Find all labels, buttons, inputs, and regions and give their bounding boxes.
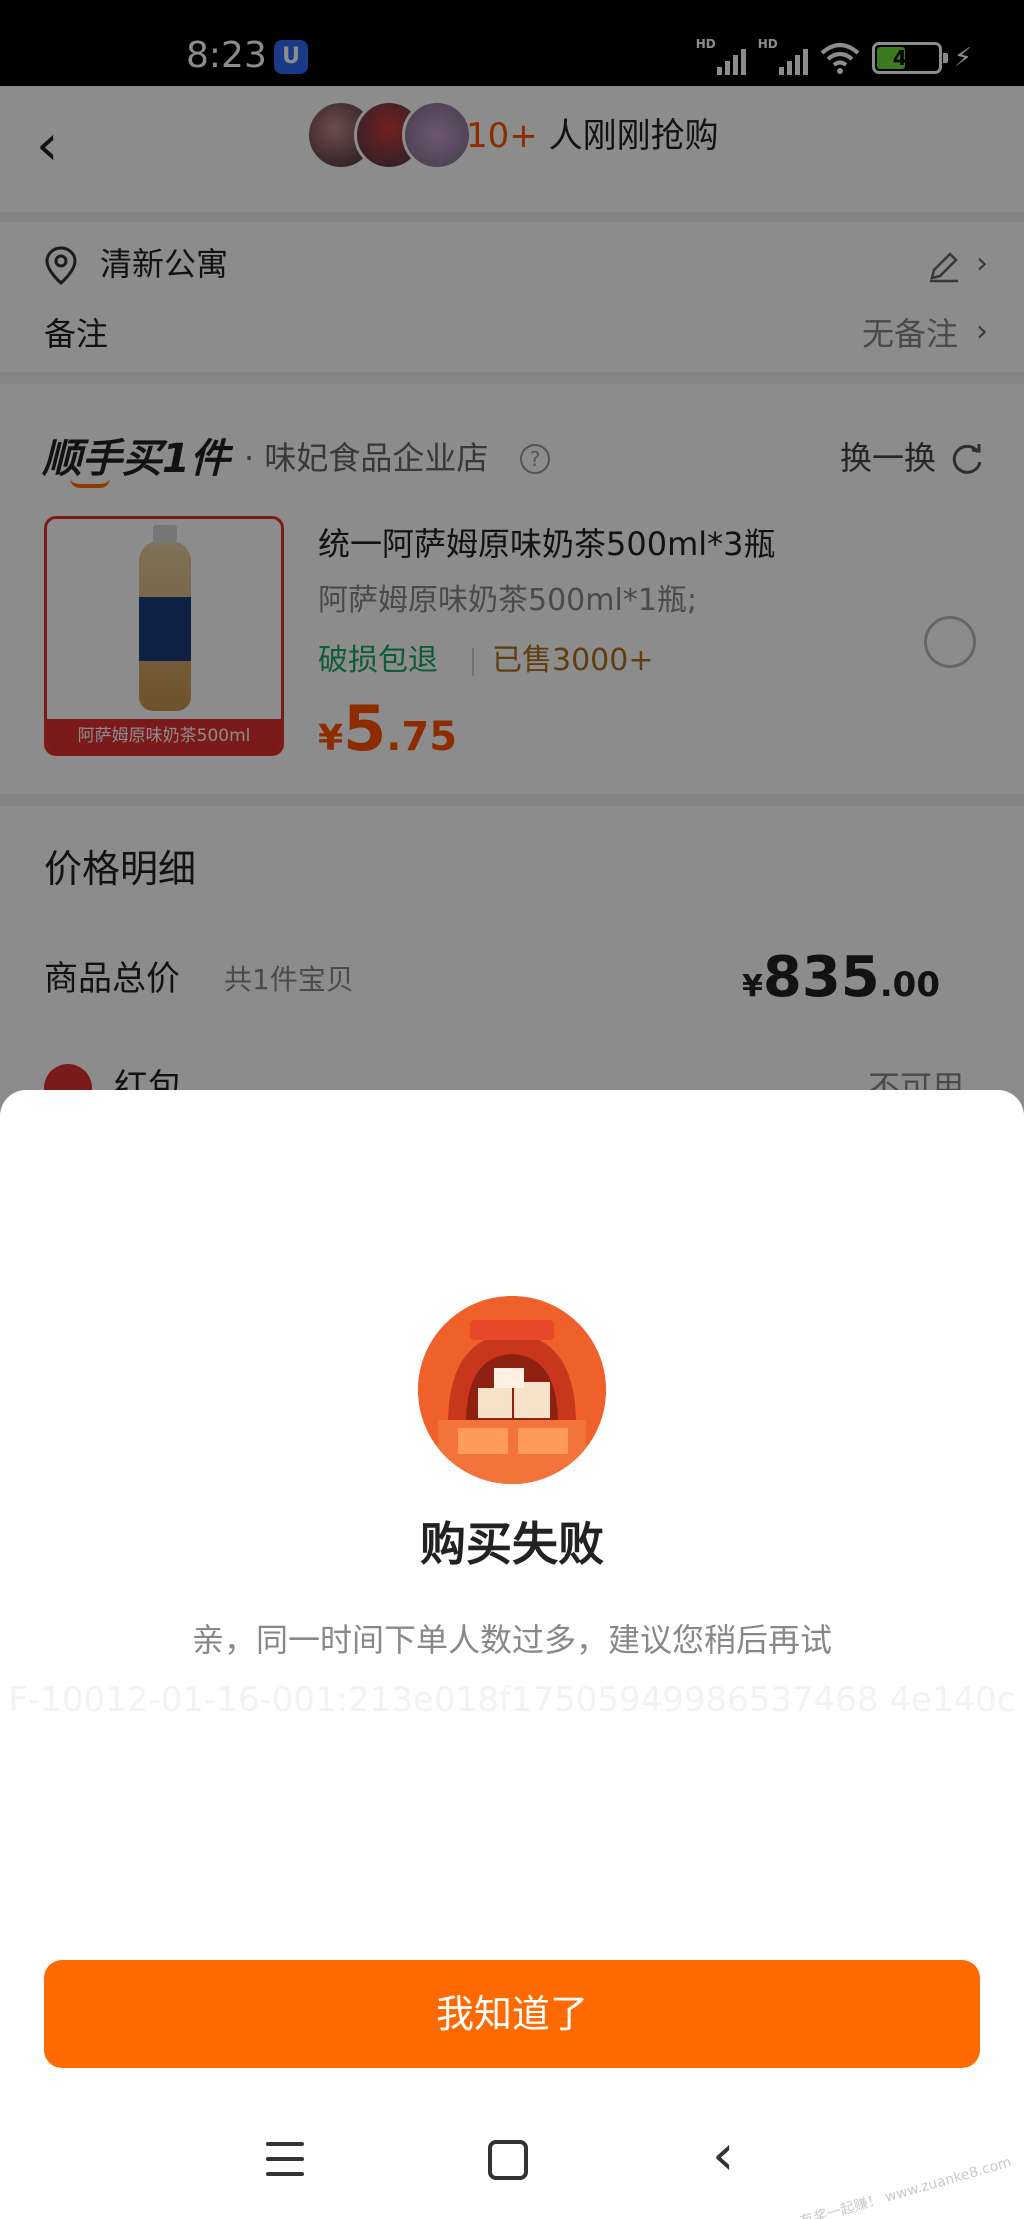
failure-illustration: [418, 1296, 606, 1484]
system-nav-bar: ‹ 赚客吧，有奖一起赚！ www.zuanke8.com: [0, 2110, 1024, 2219]
home-icon[interactable]: [488, 2140, 528, 2180]
ok-button[interactable]: 我知道了: [44, 1960, 980, 2068]
purchase-failed-dialog: 购买失败 亲，同一时间下单人数过多，建议您稍后再试 F-10012-01-16-…: [0, 1090, 1024, 2219]
menu-icon[interactable]: [266, 2142, 304, 2178]
error-code: F-10012-01-16-001:213e018f17505949986537…: [8, 1680, 1016, 1720]
dialog-title: 购买失败: [420, 1517, 604, 1571]
watermark: 赚客吧，有奖一起赚！ www.zuanke8.com: [744, 2154, 1014, 2219]
nav-back-icon[interactable]: ‹: [712, 2124, 734, 2188]
dialog-message: 亲，同一时间下单人数过多，建议您稍后再试: [191, 1621, 832, 1659]
